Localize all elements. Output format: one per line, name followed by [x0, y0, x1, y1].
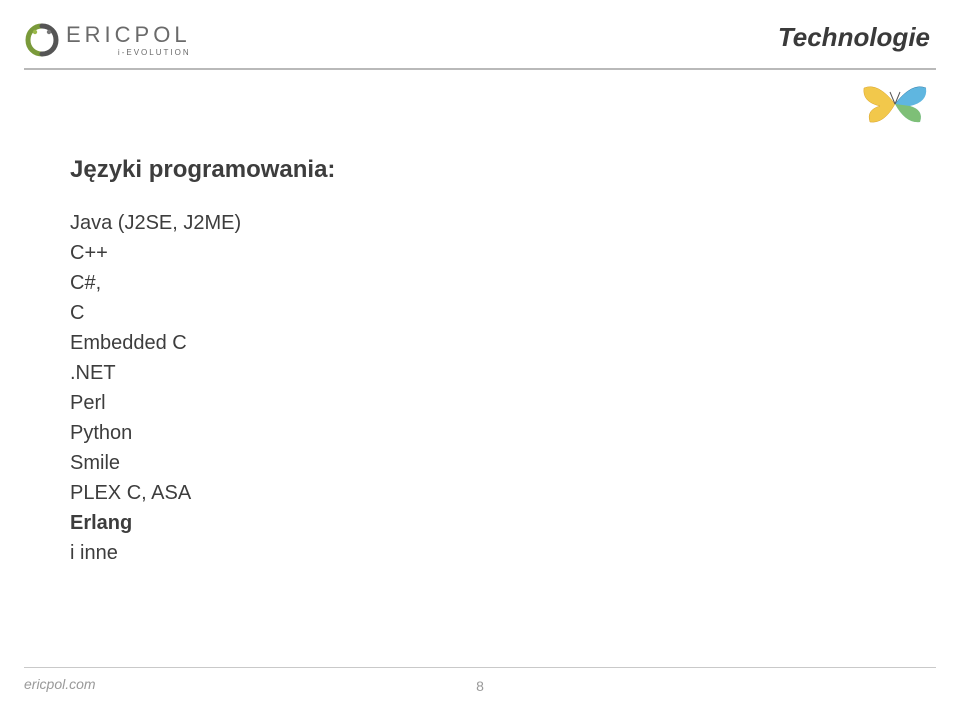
- list-item: Erlang: [70, 508, 335, 538]
- list-item: Embedded C: [70, 328, 335, 358]
- header: ERICPOL i-EVOLUTION Technologie: [0, 0, 960, 80]
- list-item: Smile: [70, 448, 335, 478]
- content-heading: Języki programowania:: [70, 156, 335, 184]
- logo-text: ERICPOL: [66, 24, 191, 46]
- list-item: .NET: [70, 358, 335, 388]
- list-item: C++: [70, 238, 335, 268]
- logo-mark-icon: [24, 22, 60, 58]
- list-item: Perl: [70, 388, 335, 418]
- list-item: PLEX C, ASA: [70, 478, 335, 508]
- footer-page-number: 8: [476, 678, 484, 694]
- butterfly-icon: [860, 80, 930, 133]
- footer-site: ericpol.com: [24, 676, 96, 692]
- slide: ERICPOL i-EVOLUTION Technologie Języki p…: [0, 0, 960, 720]
- footer: ericpol.com 8: [24, 667, 936, 694]
- header-divider: [24, 68, 936, 70]
- list-item: i inne: [70, 538, 335, 568]
- page-title: Technologie: [778, 22, 930, 53]
- list-item: Python: [70, 418, 335, 448]
- list-item: C: [70, 298, 335, 328]
- list-item: C#,: [70, 268, 335, 298]
- content: Języki programowania: Java (J2SE, J2ME) …: [70, 156, 335, 568]
- logo-subtext: i-EVOLUTION: [66, 48, 191, 57]
- list-item: Java (J2SE, J2ME): [70, 208, 335, 238]
- footer-divider: [24, 667, 936, 668]
- logo: ERICPOL i-EVOLUTION: [24, 22, 191, 58]
- logo-text-block: ERICPOL i-EVOLUTION: [66, 24, 191, 57]
- language-list: Java (J2SE, J2ME) C++ C#, C Embedded C .…: [70, 208, 335, 568]
